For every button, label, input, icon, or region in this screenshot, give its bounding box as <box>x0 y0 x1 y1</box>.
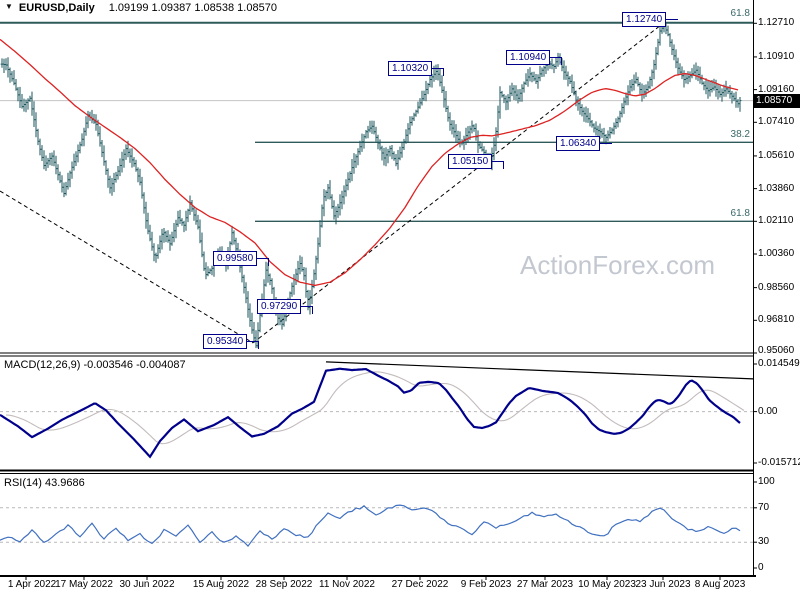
symbol-timeframe-label: EURUSD,Daily <box>18 2 95 14</box>
macd-trendline <box>325 361 754 380</box>
chart-plot-area[interactable] <box>0 0 800 600</box>
price-level-tag[interactable]: 0.95340 <box>203 334 260 349</box>
descending-trendline <box>0 190 254 344</box>
price-axis-label[interactable]: 1.10910 <box>758 51 800 62</box>
price-level-tag[interactable]: 1.10940 <box>506 50 563 65</box>
price-axis-label[interactable]: 0.95060 <box>758 345 800 356</box>
price-axis-label[interactable]: 1.09160 <box>758 84 800 95</box>
fib-level-label[interactable]: 61.8 <box>716 208 750 219</box>
date-axis-label[interactable]: 27 Mar 2023 <box>513 579 577 590</box>
price-axis-label[interactable]: 1.00360 <box>758 248 800 259</box>
macd-indicator-label: MACD(12,26,9) -0.003546 -0.004087 <box>4 359 186 371</box>
fib-level-label[interactable]: 61.8 <box>716 8 750 19</box>
macd-axis-label[interactable]: 0.014549 <box>758 358 800 369</box>
macd-signal-line <box>5 371 745 445</box>
symbol-dropdown-icon[interactable]: ▼ <box>5 2 13 11</box>
price-axis-label[interactable]: 1.12710 <box>758 17 800 28</box>
price-axis-label[interactable]: 0.96810 <box>758 314 800 325</box>
price-level-tag[interactable]: 0.99580 <box>213 251 270 266</box>
price-tag-connector <box>599 143 613 151</box>
price-tag-connector <box>549 57 563 65</box>
macd-axis-label[interactable]: 0.00 <box>758 406 800 417</box>
price-level-tag[interactable]: 1.10320 <box>388 61 445 76</box>
price-level-tag[interactable]: 1.05150 <box>448 154 505 169</box>
date-axis-label[interactable]: 15 Aug 2022 <box>189 579 253 590</box>
date-axis-label[interactable]: 8 Aug 2023 <box>688 579 752 590</box>
symbol-header: ▼ EURUSD,Daily 1.09199 1.09387 1.08538 1.0… <box>5 2 277 14</box>
price-tag-connector <box>256 258 270 266</box>
price-axis-label[interactable]: 1.02110 <box>758 215 800 226</box>
price-tag-connector <box>300 306 314 314</box>
chart-window: ActionForex.com ▼ EURUSD,Daily 1.09199 1.0… <box>0 0 800 600</box>
current-price-tag: 1.08570 <box>753 94 800 108</box>
price-tag-connector <box>246 341 260 349</box>
rsi-axis-label[interactable]: 100 <box>758 476 800 487</box>
macd-axis-label[interactable]: -0.015712 <box>758 457 800 468</box>
ascending-trendline <box>252 24 662 344</box>
date-axis-label[interactable]: 9 Feb 2023 <box>454 579 518 590</box>
macd-line <box>0 367 741 459</box>
rsi-indicator-label: RSI(14) 43.9686 <box>4 477 85 489</box>
price-level-tag[interactable]: 0.97290 <box>257 299 314 314</box>
price-axis-label[interactable]: 1.03860 <box>758 183 800 194</box>
price-level-tag[interactable]: 1.06340 <box>556 136 613 151</box>
price-axis-label[interactable]: 1.05610 <box>758 150 800 161</box>
date-axis-label[interactable]: 11 Nov 2022 <box>315 579 379 590</box>
price-tag-connector <box>491 161 505 169</box>
rsi-axis-label[interactable]: 70 <box>758 502 800 513</box>
price-bars <box>0 22 742 349</box>
price-axis-label[interactable]: 1.07410 <box>758 116 800 127</box>
price-tag-connector <box>665 19 679 27</box>
date-axis-label[interactable]: 28 Sep 2022 <box>252 579 316 590</box>
rsi-axis-label[interactable]: 30 <box>758 536 800 547</box>
date-axis-label[interactable]: 27 Dec 2022 <box>388 579 452 590</box>
rsi-axis-label[interactable]: 0 <box>758 562 800 573</box>
price-tag-connector <box>431 68 445 76</box>
date-axis-label[interactable]: 30 Jun 2022 <box>115 579 179 590</box>
rsi-line <box>0 504 741 548</box>
fib-level-label[interactable]: 38.2 <box>716 129 750 140</box>
date-axis-label[interactable]: 10 May 2023 <box>575 579 639 590</box>
ma-line <box>0 38 739 287</box>
price-level-tag[interactable]: 1.12740 <box>622 12 679 27</box>
ohlc-readout: 1.09199 1.09387 1.08538 1.08570 <box>108 2 277 14</box>
date-axis-label[interactable]: 17 May 2022 <box>52 579 116 590</box>
date-axis-label[interactable]: 23 Jun 2023 <box>631 579 695 590</box>
price-axis-label[interactable]: 0.98560 <box>758 282 800 293</box>
